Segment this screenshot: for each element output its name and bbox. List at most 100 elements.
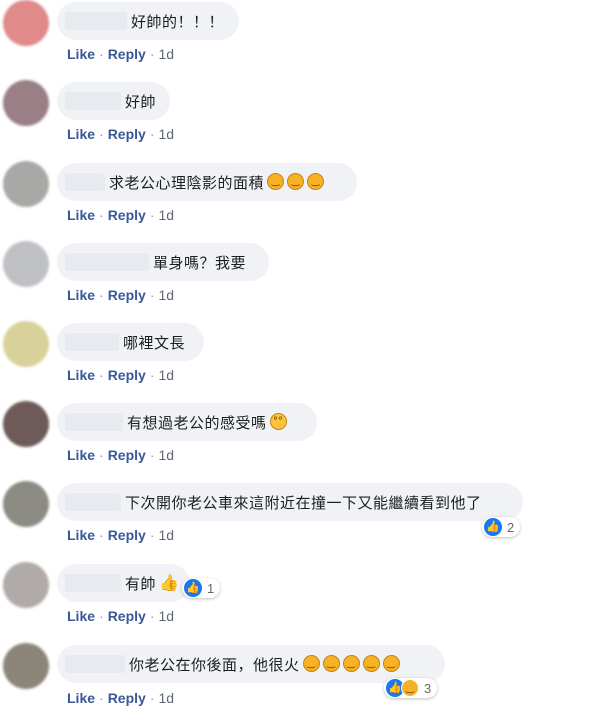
- reaction-count: 1: [207, 580, 215, 596]
- reaction-badge[interactable]: 👍 1: [182, 578, 221, 598]
- reaction-count: 3: [424, 680, 432, 696]
- separator-dot: ·: [99, 690, 104, 706]
- reply-link[interactable]: Reply: [108, 126, 146, 142]
- like-link[interactable]: Like: [67, 367, 95, 383]
- comment-item: 求老公心理陰影的面積 ‿ ‿ ‿ Like · Reply · 1d: [0, 161, 600, 241]
- timestamp[interactable]: 1d: [158, 46, 174, 62]
- laughing-crying-emoji: ‿: [362, 654, 380, 672]
- commenter-name-blurred[interactable]: [65, 655, 125, 673]
- separator-dot: ·: [99, 126, 104, 142]
- comment-item: 好帥的！！！ Like · Reply · 1d: [0, 0, 600, 80]
- reply-link[interactable]: Reply: [108, 527, 146, 543]
- separator-dot: ·: [149, 207, 155, 223]
- timestamp[interactable]: 1d: [158, 608, 174, 624]
- comment-item: 單身嗎？我要 Like · Reply · 1d: [0, 241, 600, 321]
- commenter-name-blurred[interactable]: [65, 12, 127, 30]
- comment-actions: Like · Reply · 1d: [67, 126, 174, 142]
- timestamp[interactable]: 1d: [158, 690, 174, 706]
- reply-link[interactable]: Reply: [108, 447, 146, 463]
- avatar[interactable]: [3, 562, 49, 608]
- reply-link[interactable]: Reply: [108, 287, 146, 303]
- reply-link[interactable]: Reply: [108, 608, 146, 624]
- like-link[interactable]: Like: [67, 608, 95, 624]
- reply-link[interactable]: Reply: [108, 207, 146, 223]
- like-reaction-icon: 👍: [484, 518, 502, 536]
- comment-text: 求老公心理陰影的面積: [109, 173, 265, 192]
- comment-actions: Like · Reply · 1d: [67, 527, 174, 543]
- comment-bubble: 好帥的！！！: [57, 2, 239, 40]
- timestamp[interactable]: 1d: [158, 207, 174, 223]
- comment-actions: Like · Reply · 1d: [67, 690, 174, 706]
- commenter-name-blurred[interactable]: [65, 574, 121, 592]
- laughing-crying-emoji: ‿: [287, 172, 305, 190]
- timestamp[interactable]: 1d: [158, 527, 174, 543]
- separator-dot: ·: [99, 367, 104, 383]
- reply-link[interactable]: Reply: [108, 46, 146, 62]
- timestamp[interactable]: 1d: [158, 367, 174, 383]
- like-link[interactable]: Like: [67, 207, 95, 223]
- timestamp[interactable]: 1d: [158, 447, 174, 463]
- commenter-name-blurred[interactable]: [65, 333, 119, 351]
- reply-link[interactable]: Reply: [108, 367, 146, 383]
- comment-item: 你老公在你後面，他很火 ‿ ‿ ‿ ‿ ‿ 👍 ‿ 3 Like · Reply · 1…: [0, 643, 600, 723]
- laughing-crying-emoji: ‿: [302, 654, 320, 672]
- commenter-name-blurred[interactable]: [65, 253, 149, 271]
- reaction-badge[interactable]: 👍 2: [482, 517, 521, 537]
- laughing-crying-emoji: ‿: [307, 172, 325, 190]
- comment-text: 哪裡文長: [123, 333, 186, 352]
- commenter-name-blurred[interactable]: [65, 173, 105, 191]
- comment-bubble: 求老公心理陰影的面積 ‿ ‿ ‿: [57, 163, 357, 201]
- commenter-name-blurred[interactable]: [65, 493, 121, 511]
- avatar[interactable]: [3, 481, 49, 527]
- avatar[interactable]: [3, 80, 49, 126]
- comment-text: 有帥: [124, 574, 156, 593]
- comment-text: 有想過老公的感受嗎: [127, 413, 267, 432]
- reply-link[interactable]: Reply: [108, 690, 146, 706]
- timestamp[interactable]: 1d: [158, 287, 174, 303]
- separator-dot: ·: [149, 367, 155, 383]
- like-link[interactable]: Like: [67, 126, 95, 142]
- comment-bubble: 好帥: [57, 82, 170, 120]
- like-link[interactable]: Like: [67, 287, 95, 303]
- comment-bubble: 下次開你老公車來這附近在撞一下又能繼續看到他了: [57, 483, 523, 521]
- laughing-crying-emoji: ‿: [322, 654, 340, 672]
- reaction-badge[interactable]: 👍 ‿ 3: [384, 678, 438, 698]
- avatar[interactable]: [3, 401, 49, 447]
- comment-bubble: 你老公在你後面，他很火 ‿ ‿ ‿ ‿ ‿: [57, 645, 445, 683]
- like-link[interactable]: Like: [67, 527, 95, 543]
- separator-dot: ·: [99, 287, 104, 303]
- comment-bubble: 哪裡文長: [57, 323, 204, 361]
- avatar[interactable]: [3, 0, 49, 46]
- comment-bubble: 有想過老公的感受嗎 °°: [57, 403, 317, 441]
- comment-bubble: 有帥 👍: [57, 564, 190, 602]
- timestamp[interactable]: 1d: [158, 126, 174, 142]
- like-link[interactable]: Like: [67, 447, 95, 463]
- like-link[interactable]: Like: [67, 690, 95, 706]
- separator-dot: ·: [99, 46, 104, 62]
- avatar[interactable]: [3, 241, 49, 287]
- comment-text: 下次開你老公車來這附近在撞一下又能繼續看到他了: [125, 493, 482, 512]
- separator-dot: ·: [99, 608, 104, 624]
- thumbs-up-emoji: 👍: [159, 572, 179, 592]
- separator-dot: ·: [149, 527, 155, 543]
- commenter-name-blurred[interactable]: [65, 413, 123, 431]
- comment-actions: Like · Reply · 1d: [67, 287, 174, 303]
- comment-bubble: 單身嗎？我要: [57, 243, 269, 281]
- separator-dot: ·: [149, 287, 155, 303]
- comment-actions: Like · Reply · 1d: [67, 46, 174, 62]
- comment-item: 有想過老公的感受嗎 °° Like · Reply · 1d: [0, 401, 600, 481]
- separator-dot: ·: [149, 690, 155, 706]
- reaction-count: 2: [507, 519, 515, 535]
- commenter-name-blurred[interactable]: [65, 92, 121, 110]
- avatar[interactable]: [3, 321, 49, 367]
- comment-item: 好帥 Like · Reply · 1d: [0, 80, 600, 160]
- avatar[interactable]: [3, 643, 49, 689]
- haha-reaction-icon: ‿: [401, 679, 419, 697]
- laughing-crying-emoji: ‿: [267, 172, 285, 190]
- laughing-crying-emoji: ‿: [382, 654, 400, 672]
- avatar[interactable]: [3, 161, 49, 207]
- like-link[interactable]: Like: [67, 46, 95, 62]
- separator-dot: ·: [99, 527, 104, 543]
- separator-dot: ·: [149, 608, 155, 624]
- separator-dot: ·: [149, 126, 155, 142]
